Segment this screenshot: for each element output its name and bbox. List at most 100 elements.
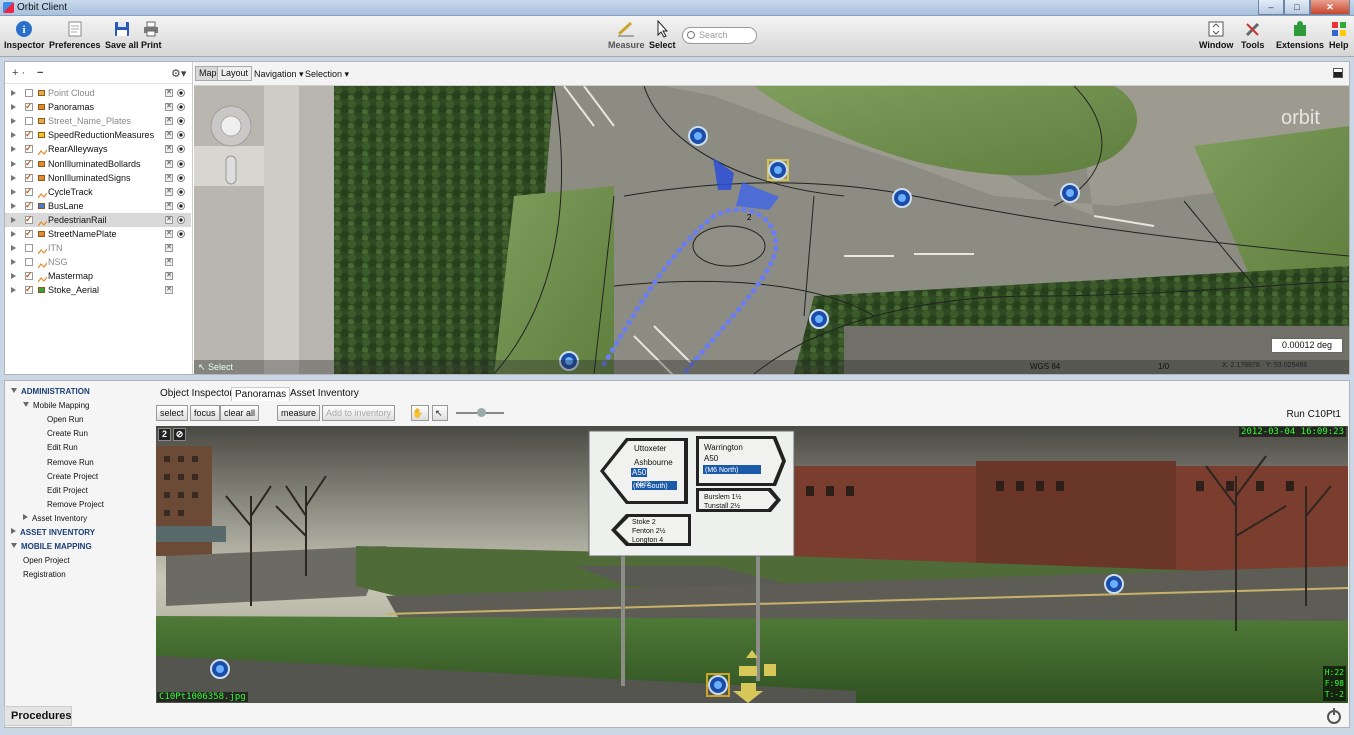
- expand-arrow-icon[interactable]: [11, 132, 16, 139]
- expand-arrow-icon[interactable]: [11, 273, 16, 280]
- maximize-button[interactable]: □: [1284, 0, 1310, 15]
- layer-visibility-toggle[interactable]: ✕: [165, 258, 173, 267]
- expand-arrow-icon[interactable]: [11, 146, 16, 153]
- expanded-arrow-icon[interactable]: [23, 402, 29, 408]
- map-expand-icon[interactable]: [1333, 68, 1343, 78]
- select-button[interactable]: Select: [649, 19, 676, 50]
- procedure-item[interactable]: Edit Project: [47, 486, 88, 495]
- expand-arrow-icon[interactable]: [11, 245, 16, 252]
- layer-active-radio[interactable]: [177, 230, 185, 238]
- layer-active-radio[interactable]: [177, 145, 185, 154]
- layer-active-radio[interactable]: [177, 201, 185, 210]
- zoom-slider-handle[interactable]: [477, 408, 486, 417]
- procedure-item[interactable]: Remove Run: [47, 458, 94, 467]
- layer-checkbox[interactable]: [25, 89, 33, 97]
- save-all-button[interactable]: Save all: [105, 20, 139, 50]
- layer-checkbox[interactable]: [25, 184, 33, 198]
- layer-checkbox[interactable]: [25, 244, 33, 253]
- layer-visibility-toggle[interactable]: ✕: [165, 103, 173, 112]
- add-to-inventory-button[interactable]: Add to inventory: [322, 405, 396, 421]
- pano-count-badge[interactable]: 2: [158, 428, 171, 441]
- procedure-item[interactable]: Registration: [23, 570, 66, 579]
- expand-arrow-icon[interactable]: [11, 174, 16, 181]
- expand-arrow-icon[interactable]: [11, 231, 16, 237]
- layer-checkbox[interactable]: [25, 99, 33, 113]
- layer-visibility-toggle[interactable]: ✕: [165, 215, 173, 224]
- layer-visibility-toggle[interactable]: ✕: [165, 117, 173, 126]
- power-icon[interactable]: [1327, 708, 1341, 724]
- layer-checkbox[interactable]: [25, 198, 33, 212]
- procedure-item[interactable]: Mobile Mapping: [23, 401, 89, 410]
- procedure-item[interactable]: Edit Run: [47, 443, 78, 452]
- layer-active-radio[interactable]: [177, 117, 185, 126]
- collapsed-arrow-icon[interactable]: [11, 528, 16, 534]
- inspector-button[interactable]: i Inspector: [4, 20, 45, 50]
- layer-visibility-toggle[interactable]: ✕: [165, 131, 173, 140]
- expand-arrow-icon[interactable]: [11, 188, 16, 195]
- add-layer-button[interactable]: + ·: [12, 67, 25, 79]
- layer-checkbox[interactable]: [25, 141, 33, 155]
- layer-active-radio[interactable]: [177, 131, 185, 140]
- layer-settings-gear-icon[interactable]: ⚙▾: [171, 67, 186, 80]
- close-button[interactable]: ✕: [1310, 0, 1350, 15]
- tools-button[interactable]: Tools: [1241, 20, 1264, 50]
- layer-row[interactable]: Panoramas ✕: [5, 99, 191, 114]
- tab-layout[interactable]: Layout: [217, 66, 253, 81]
- navigation-menu[interactable]: Navigation ▾: [254, 69, 304, 80]
- expand-arrow-icon[interactable]: [11, 202, 16, 209]
- layer-row[interactable]: NonIlluminatedSigns ✕: [5, 170, 191, 185]
- pano-measure-button[interactable]: measure: [277, 405, 321, 421]
- layer-visibility-toggle[interactable]: ✕: [165, 89, 173, 97]
- layer-visibility-toggle[interactable]: ✕: [165, 145, 173, 154]
- layer-row[interactable]: CycleTrack ✕: [5, 184, 191, 199]
- layer-row[interactable]: Stoke_Aerial ✕: [5, 282, 191, 297]
- aerial-map-view[interactable]: 2 orbit ↖ Select WGS 84 1/0 X: 2.178878 …: [194, 86, 1349, 374]
- procedure-item[interactable]: Open Run: [47, 415, 83, 424]
- pano-disable-icon[interactable]: ⊘: [173, 428, 186, 441]
- layer-row[interactable]: StreetNamePlate ✕: [5, 226, 191, 241]
- layer-checkbox[interactable]: [25, 226, 33, 240]
- tab-object-inspector[interactable]: Object Inspector: [157, 387, 236, 400]
- expand-arrow-icon[interactable]: [11, 118, 16, 125]
- expand-arrow-icon[interactable]: [11, 90, 16, 96]
- tab-panoramas[interactable]: Panoramas: [231, 387, 291, 401]
- layer-visibility-toggle[interactable]: ✕: [165, 173, 173, 182]
- pano-focus-button[interactable]: focus: [190, 405, 220, 421]
- expand-arrow-icon[interactable]: [11, 104, 16, 111]
- layer-active-radio[interactable]: [177, 89, 185, 97]
- search-input[interactable]: Search: [682, 27, 757, 44]
- procedure-item[interactable]: Open Project: [23, 556, 70, 565]
- layer-checkbox[interactable]: [25, 117, 33, 126]
- procedure-section[interactable]: MOBILE MAPPING: [11, 542, 92, 551]
- selection-menu[interactable]: Selection ▾: [305, 69, 349, 80]
- layer-active-radio[interactable]: [177, 187, 185, 196]
- preferences-button[interactable]: Preferences: [49, 20, 101, 50]
- layer-row[interactable]: ITN ✕: [5, 241, 191, 255]
- layer-checkbox[interactable]: [25, 258, 33, 267]
- layer-row[interactable]: NSG ✕: [5, 255, 191, 269]
- expand-arrow-icon[interactable]: [11, 259, 16, 266]
- procedure-section[interactable]: ADMINISTRATION: [11, 387, 90, 396]
- collapsed-arrow-icon[interactable]: [23, 513, 28, 520]
- layer-row[interactable]: NonIlluminatedBollards ✕: [5, 156, 191, 171]
- minimize-button[interactable]: –: [1258, 0, 1284, 15]
- window-button[interactable]: Window: [1199, 20, 1233, 50]
- procedure-item[interactable]: Create Project: [47, 472, 98, 481]
- layer-active-radio[interactable]: [177, 173, 185, 182]
- layer-active-radio[interactable]: [177, 103, 185, 112]
- layer-active-radio[interactable]: [177, 215, 185, 224]
- pointer-icon[interactable]: ↖: [432, 405, 448, 421]
- tab-asset-inventory[interactable]: Asset Inventory: [287, 387, 362, 400]
- layer-row[interactable]: SpeedReductionMeasures ✕: [5, 127, 191, 142]
- layer-visibility-toggle[interactable]: ✕: [165, 230, 173, 238]
- layer-row[interactable]: Point Cloud ✕: [5, 86, 191, 100]
- expand-arrow-icon[interactable]: [11, 287, 16, 294]
- procedure-item[interactable]: Asset Inventory: [23, 513, 87, 523]
- layer-visibility-toggle[interactable]: ✕: [165, 272, 173, 281]
- procedures-footer-tab[interactable]: Procedures: [4, 706, 72, 726]
- extensions-button[interactable]: Extensions: [1276, 20, 1324, 50]
- expanded-arrow-icon[interactable]: [11, 388, 17, 393]
- help-button[interactable]: Help: [1329, 20, 1349, 50]
- procedure-item[interactable]: Remove Project: [47, 500, 104, 509]
- layer-checkbox[interactable]: [25, 212, 33, 226]
